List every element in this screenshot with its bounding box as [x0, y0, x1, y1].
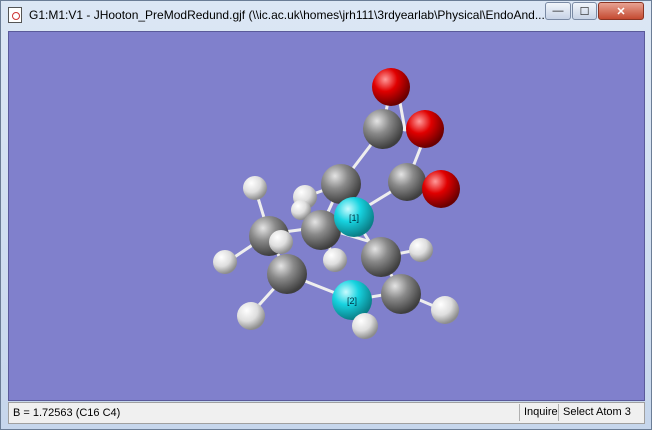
maximize-icon: ☐	[579, 5, 590, 18]
hydrogen-atom[interactable]	[213, 250, 237, 274]
oxygen-atom[interactable]	[372, 68, 410, 106]
status-bar: B = 1.72563 (C16 C4) Inquire Select Atom…	[8, 402, 645, 424]
carbon-atom[interactable]	[388, 163, 426, 201]
maximize-button[interactable]: ☐	[572, 2, 597, 20]
status-message: B = 1.72563 (C16 C4)	[13, 407, 121, 419]
oxygen-atom[interactable]	[422, 170, 460, 208]
molecule-window: G1:M1:V1 - JHooton_PreModRedund.gjf (\\i…	[0, 0, 652, 430]
hydrogen-atom[interactable]	[269, 230, 293, 254]
hydrogen-atom[interactable]	[409, 238, 433, 262]
atom-2-label: [2]	[347, 296, 357, 306]
carbon-atom[interactable]	[267, 254, 307, 294]
hydrogen-atom[interactable]	[243, 176, 267, 200]
carbon-atom[interactable]	[361, 237, 401, 277]
minimize-icon: —	[552, 5, 564, 17]
window-title: G1:M1:V1 - JHooton_PreModRedund.gjf (\\i…	[29, 8, 544, 22]
molecule-view[interactable]: [1] [2]	[9, 32, 645, 401]
oxygen-atom[interactable]	[406, 110, 444, 148]
hydrogen-atom[interactable]	[237, 302, 265, 330]
molecule-viewport[interactable]: [1] [2]	[8, 31, 645, 401]
atom-1-label: [1]	[349, 213, 359, 223]
hydrogen-atom[interactable]	[352, 313, 378, 339]
hydrogen-atom[interactable]	[323, 248, 347, 272]
title-bar[interactable]: G1:M1:V1 - JHooton_PreModRedund.gjf (\\i…	[1, 1, 651, 30]
status-mode: Inquire	[519, 404, 562, 421]
close-icon: ✕	[616, 5, 626, 18]
minimize-button[interactable]: —	[545, 2, 571, 20]
carbon-atom[interactable]	[381, 274, 421, 314]
status-action: Select Atom 3	[558, 404, 635, 421]
hydrogen-atom[interactable]	[431, 296, 459, 324]
close-button[interactable]: ✕	[598, 2, 644, 20]
carbon-atom[interactable]	[363, 109, 403, 149]
document-icon[interactable]	[8, 7, 22, 23]
